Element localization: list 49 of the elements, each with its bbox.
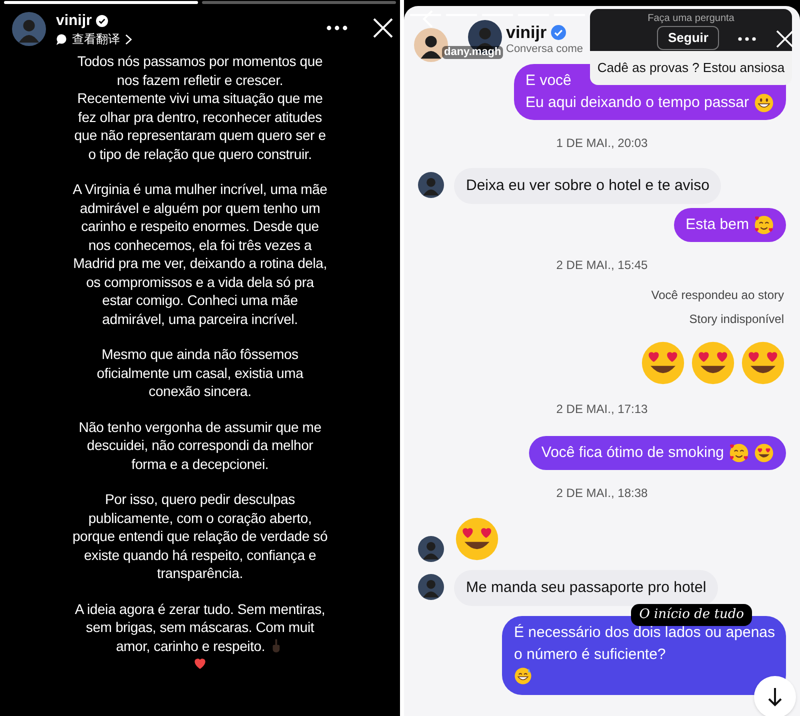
sweat-smile-face-icon: [514, 667, 532, 685]
story-reply-note: Você respondeu ao story: [651, 287, 784, 304]
story-paragraph: Mesmo que ainda não fôssemos oficialmente um casal, existia uma conexão sincera.: [96, 345, 304, 400]
date-separator: 2 DE MAI., 15:45: [556, 257, 648, 274]
message-text: Esta bem: [686, 215, 749, 235]
arrow-down-icon[interactable]: [767, 687, 783, 707]
grinning-face-icon: [754, 93, 774, 113]
heart-eyes-face-icon: [640, 340, 686, 386]
more-options-icon[interactable]: [326, 25, 348, 31]
scroll-down-button[interactable]: [754, 676, 796, 716]
story-paragraph: Não tenho vergonha de assumir que me descuidei, não correspondi da melhor forma e a decepcionei.: [78, 418, 322, 473]
translate-link[interactable]: 查看翻译: [72, 32, 120, 46]
smiling-face-with-hearts-icon: [729, 443, 749, 463]
message-text: Deixa eu ver sobre o hotel e te aviso: [466, 176, 710, 196]
heart-eyes-face-icon: [454, 516, 500, 562]
story-paragraph: Por isso, quero pedir desculpas publicamente, com o coração aberto, porque entendi que relação de verdade só existe quando há respeito, confiança e transparência.: [72, 490, 328, 582]
avatar: [418, 536, 444, 562]
smiling-face-with-hearts-icon: [754, 215, 774, 235]
follow-button[interactable]: Seguir: [657, 26, 720, 50]
avatar: [418, 574, 444, 600]
heart-eyes-face-icon: [690, 340, 736, 386]
story-reply-note: Story indisponível: [689, 311, 784, 328]
date-separator: 2 DE MAI., 18:38: [556, 485, 648, 502]
message-text: É necessário dos dois lados ou apenas: [514, 623, 776, 643]
message-text: o número é suficiente?: [514, 645, 666, 665]
verified-badge-icon[interactable]: [96, 15, 108, 27]
avatar: [12, 12, 46, 46]
story-paragraph: A ideia agora é zerar tudo. Sem mentiras, sem brigas, sem máscaras. Com muit amor, carinho e respeito.: [74, 600, 326, 655]
avatar: [418, 172, 444, 198]
sticker-prompt: Faça uma pergunta: [648, 12, 734, 25]
story-paragraph: A Virginia é uma mulher incrível, uma mãe admirável e alguém por quem tenho um carinho e respeito enormes. Desde que nos conhecemos, ela foi três vezes a Madrid pra me ver, deixando a rotina dela, os compromissos e a vida dela só pra estar comigo. Conheci uma mãe admirável, uma parceira incrível.: [72, 180, 328, 328]
heart-eyes-face-icon: [740, 340, 786, 386]
message-text: E você: [526, 71, 572, 91]
sticker-answer: Cadê as provas ? Estou ansiosa: [597, 59, 785, 78]
chevron-right-icon[interactable]: [125, 34, 132, 44]
speech-bubble-icon[interactable]: [56, 34, 67, 44]
viewer-username[interactable]: dany.magh: [442, 46, 504, 59]
date-separator: 1 DE MAI., 20:03: [556, 135, 648, 152]
message-text: Eu aqui deixando o tempo passar: [526, 93, 749, 113]
close-icon[interactable]: [372, 17, 394, 39]
more-options-icon[interactable]: [738, 37, 756, 41]
story-paragraph: Todos nós passamos por momentos que nos fazem refletir e crescer. Recentemente vivi uma situação que me fez olhar pra dentro, reconhecer atitudes que não representaram quem quero ser e o tipo de relação que quero construir.: [73, 52, 327, 163]
caption-label: O início de tudo: [631, 604, 752, 626]
message-text: Você fica ótimo de smoking: [541, 443, 724, 463]
message-text: Me manda seu passaporte pro hotel: [466, 578, 706, 598]
close-icon[interactable]: [776, 30, 794, 48]
date-separator: 2 DE MAI., 17:13: [556, 401, 648, 418]
heart-eyes-face-icon: [754, 443, 774, 463]
username[interactable]: vinijr: [56, 12, 92, 30]
